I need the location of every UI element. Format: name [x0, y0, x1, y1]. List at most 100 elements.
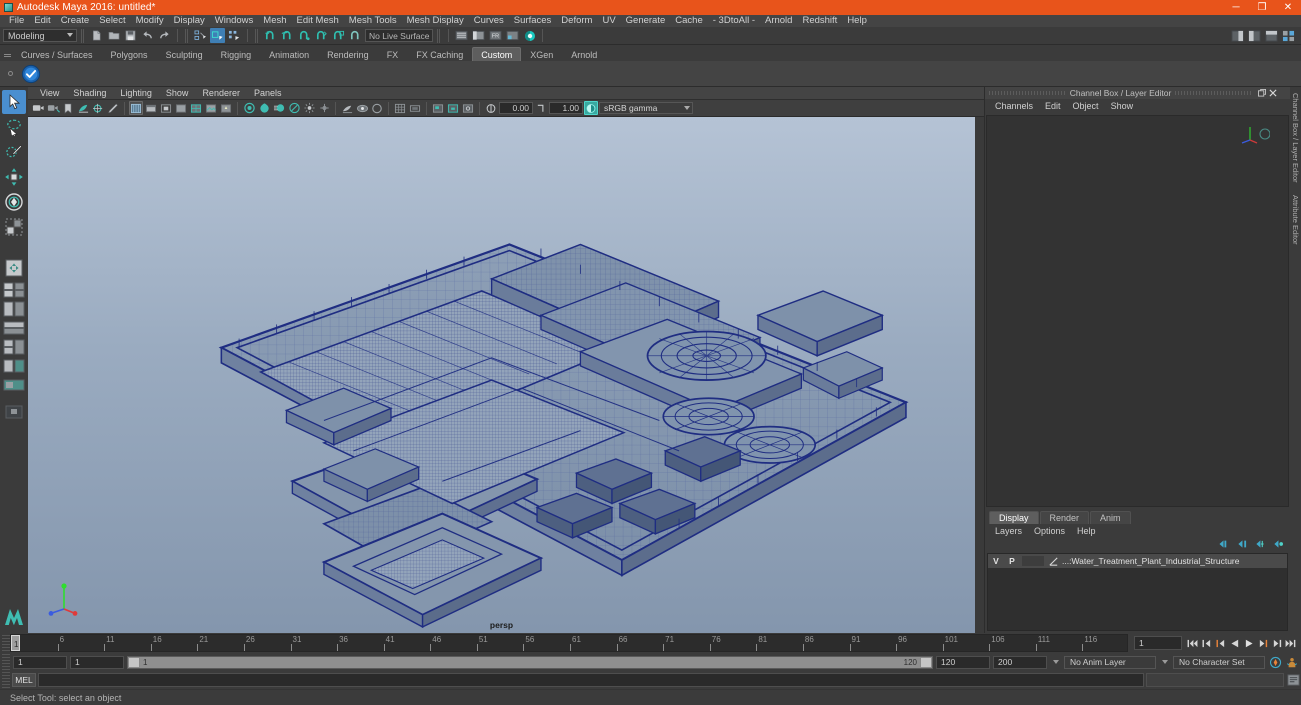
layer-name[interactable]: ...:Water_Treatment_Plant_Industrial_Str…	[1062, 556, 1239, 566]
exposure-field[interactable]: 0.00	[499, 102, 533, 114]
menu-item-edit-mesh[interactable]: Edit Mesh	[292, 15, 344, 27]
wireframe-icon[interactable]	[129, 101, 143, 115]
two-pane-side-layout-icon[interactable]	[2, 300, 26, 318]
three-pane-layout-icon[interactable]	[2, 338, 26, 356]
shelf-tab-animation[interactable]: Animation	[260, 47, 318, 61]
gamma-field[interactable]: 1.00	[549, 102, 583, 114]
shelf-tab-curves-surfaces[interactable]: Curves / Surfaces	[12, 47, 102, 61]
new-scene-icon[interactable]	[89, 28, 104, 43]
channel-box-content[interactable]	[986, 115, 1289, 507]
snap-to-view-plane-icon[interactable]	[331, 28, 346, 43]
display-layer-list[interactable]: V P ...:Water_Treatment_Plant_Industrial_S…	[987, 553, 1288, 631]
ipr-render-icon[interactable]	[446, 101, 460, 115]
scale-tool-icon[interactable]	[2, 215, 26, 239]
sidebar-channel-box-icon[interactable]	[1264, 28, 1279, 43]
rotate-tool-icon[interactable]	[2, 190, 26, 214]
snap-to-point-icon[interactable]	[297, 28, 312, 43]
panel-drag-dots-left[interactable]	[989, 91, 1066, 95]
x-ray-icon[interactable]	[317, 101, 331, 115]
toolbar-grip[interactable]	[81, 28, 85, 43]
shelf-tab-rendering[interactable]: Rendering	[318, 47, 378, 61]
menu-set-selector[interactable]: Modeling	[3, 29, 77, 42]
sidebar-layout-icon[interactable]	[1281, 28, 1296, 43]
menu-item-display[interactable]: Display	[169, 15, 210, 27]
auto-keyframe-icon[interactable]	[1268, 655, 1283, 669]
shelf-tab-rigging[interactable]: Rigging	[212, 47, 261, 61]
save-scene-icon[interactable]	[123, 28, 138, 43]
layer-editor-menu-help[interactable]: Help	[1071, 524, 1102, 538]
exposure-icon[interactable]	[484, 101, 498, 115]
range-end-handle[interactable]	[920, 656, 932, 668]
select-camera-icon[interactable]	[31, 101, 45, 115]
outliner-persp-layout-icon[interactable]	[2, 357, 26, 375]
move-tool-icon[interactable]	[2, 165, 26, 189]
viewport-menu-show[interactable]: Show	[160, 87, 195, 100]
two-d-pan-zoom-icon[interactable]	[91, 101, 105, 115]
grid-display-icon[interactable]	[393, 101, 407, 115]
viewport-menu-view[interactable]: View	[34, 87, 65, 100]
shelf-tab-arnold[interactable]: Arnold	[562, 47, 606, 61]
play-backwards-icon[interactable]	[1228, 636, 1241, 650]
range-start-handle[interactable]	[128, 656, 140, 668]
layer-row[interactable]: V P ...:Water_Treatment_Plant_Industrial_S…	[988, 554, 1287, 568]
depth-of-field-icon[interactable]	[302, 101, 316, 115]
open-render-view-icon[interactable]	[505, 28, 520, 43]
viewport-menu-shading[interactable]: Shading	[67, 87, 112, 100]
channel-box-menu-channels[interactable]: Channels	[989, 99, 1039, 114]
menu-item-redshift[interactable]: Redshift	[797, 15, 842, 27]
go-to-end-icon[interactable]	[1284, 636, 1297, 650]
time-slider-grip[interactable]	[2, 635, 10, 651]
dock-tab-channel-box[interactable]: Channel Box / Layer Editor	[1291, 87, 1300, 189]
custom-check-shelf-icon[interactable]	[20, 63, 42, 85]
layer-color-icon[interactable]	[1046, 556, 1062, 567]
viewport-menu-lighting[interactable]: Lighting	[114, 87, 158, 100]
select-by-component-type-icon[interactable]	[227, 28, 242, 43]
xray-joints-icon[interactable]	[355, 101, 369, 115]
xray-active-components-icon[interactable]	[370, 101, 384, 115]
menu-item-file[interactable]: File	[4, 15, 29, 27]
four-view-layout-icon[interactable]	[2, 281, 26, 299]
sidebar-attribute-editor-icon[interactable]	[1230, 28, 1245, 43]
sidebar-tool-settings-icon[interactable]	[1247, 28, 1262, 43]
image-plane-icon[interactable]	[76, 101, 90, 115]
animation-end-field[interactable]: 200	[993, 655, 1047, 669]
menu-item-create[interactable]: Create	[56, 15, 95, 27]
shelf-tab-custom[interactable]: Custom	[472, 47, 522, 61]
isolate-select-icon[interactable]	[340, 101, 354, 115]
shelf-tab-sculpting[interactable]: Sculpting	[157, 47, 212, 61]
layer-editor-menu-options[interactable]: Options	[1028, 524, 1071, 538]
viewport-menu-renderer[interactable]: Renderer	[196, 87, 246, 100]
motion-blur-icon[interactable]	[272, 101, 286, 115]
menu-item-uv[interactable]: UV	[597, 15, 620, 27]
time-slider[interactable]: 1 6 11 16 21 26 31 36 41 46 51 56 61 66 71 76 81 86 91 96 1…	[10, 634, 1128, 652]
shelf-tab-fx-caching[interactable]: FX Caching	[407, 47, 472, 61]
layer-editor-tab-anim[interactable]: Anim	[1090, 511, 1131, 524]
gamma-icon[interactable]	[534, 101, 548, 115]
menu-item-curves[interactable]: Curves	[469, 15, 509, 27]
menu-item-help[interactable]: Help	[842, 15, 872, 27]
step-forward-frame-icon[interactable]	[1256, 636, 1269, 650]
bookmark-icon[interactable]	[61, 101, 75, 115]
color-management-icon[interactable]	[584, 101, 598, 115]
layer-visibility-toggle[interactable]: V	[988, 556, 1004, 566]
menu-item-modify[interactable]: Modify	[131, 15, 169, 27]
perspective-viewport[interactable]: persp	[28, 117, 975, 633]
step-forward-key-icon[interactable]	[1270, 636, 1283, 650]
move-layer-down-icon[interactable]	[1236, 539, 1248, 552]
snap-to-grid-icon[interactable]	[263, 28, 278, 43]
character-set-field[interactable]: No Character Set	[1173, 655, 1265, 669]
range-slider-grip[interactable]	[2, 654, 10, 670]
move-layer-up-icon[interactable]	[1218, 539, 1230, 552]
maximize-button[interactable]: ❐	[1249, 0, 1275, 15]
menu-item-mesh[interactable]: Mesh	[258, 15, 291, 27]
render-settings-icon[interactable]	[461, 101, 475, 115]
layer-playback-toggle[interactable]: P	[1004, 556, 1020, 566]
texture-icon[interactable]	[204, 101, 218, 115]
time-cursor[interactable]: 1	[11, 635, 20, 651]
open-scene-icon[interactable]	[106, 28, 121, 43]
dock-tab-attribute-editor[interactable]: Attribute Editor	[1291, 189, 1300, 251]
command-line-grip[interactable]	[2, 672, 10, 688]
shelf-tab-fx[interactable]: FX	[378, 47, 408, 61]
menu-item-generate[interactable]: Generate	[621, 15, 671, 27]
command-input[interactable]	[38, 673, 1144, 687]
